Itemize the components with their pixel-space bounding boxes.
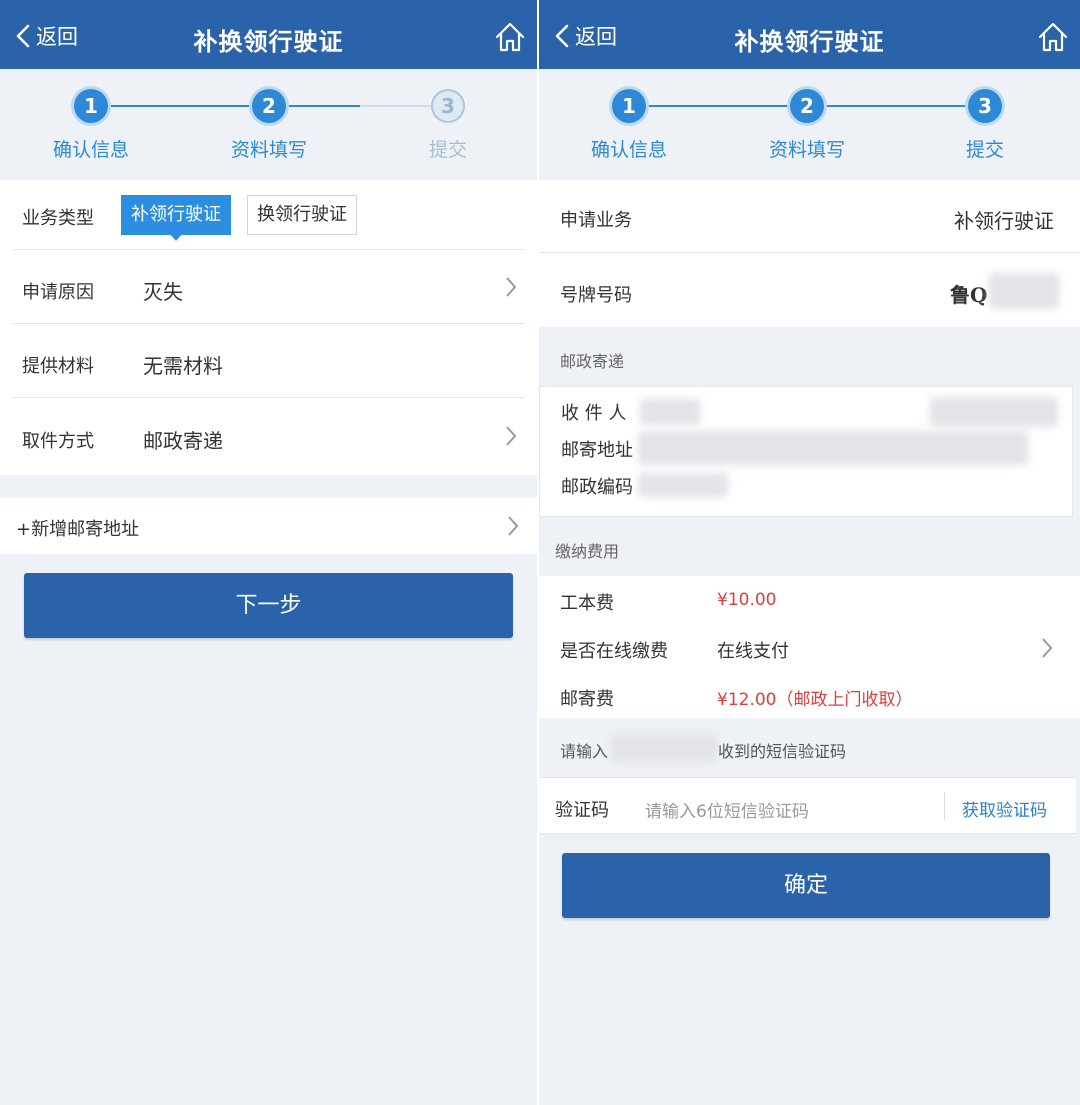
postage-fee-value: ¥12.00（邮政上门收取） [717,690,913,710]
chevron-right-icon [506,426,517,446]
online-payment-label: 是否在线缴费 [560,641,668,662]
step-3-indicator: 3 [968,89,1002,123]
materials-label: 提供材料 [22,356,94,377]
add-address-row[interactable]: +新增邮寄地址 [0,498,537,554]
reason-row[interactable]: 申请原因 灭失 [12,250,525,324]
business-type-label: 业务类型 [22,208,94,229]
option-exchange[interactable]: 换领行驶证 [247,195,357,235]
zip-label: 邮政编码 [561,477,633,498]
step-2-label: 资料填写 [230,139,307,161]
home-icon[interactable] [1036,20,1070,58]
verify-code-row: 验证码 请输入6位短信验证码 获取验证码 [539,777,1076,834]
fee-section-header: 缴纳费用 [555,542,620,561]
postal-section-header: 邮政寄递 [560,352,625,371]
materials-value: 无需材料 [143,354,223,378]
step-1-label: 确认信息 [590,139,667,161]
step-3-label: 提交 [965,139,1004,161]
plate-label: 号牌号码 [560,285,632,306]
online-payment-row[interactable]: 是否在线缴费 在线支付 [539,624,1080,670]
chevron-right-icon [508,516,519,536]
nav-bar: 返回 补换领行驶证 [0,0,537,69]
left-screen: 返回 补换领行驶证 1 2 3 确认信息 资料填写 提交 业务类型 补领行驶证 … [0,0,537,1105]
material-fee-label: 工本费 [560,593,614,614]
address-label: 邮寄地址 [561,440,633,461]
apply-business-value: 补领行驶证 [954,209,1054,233]
sms-hint-suffix: 收到的短信验证码 [718,742,847,761]
add-address-label: +新增邮寄地址 [16,519,140,540]
step-3-indicator: 3 [431,89,465,123]
plate-row: 号牌号码 鲁Q [539,253,1080,327]
apply-business-row: 申请业务 补领行驶证 [539,180,1080,253]
step-1-indicator: 1 [612,89,646,123]
confirm-button[interactable]: 确定 [562,853,1050,918]
online-payment-value: 在线支付 [717,641,789,662]
input-separator [944,792,945,820]
summary-panel: 申请业务 补领行驶证 号牌号码 鲁Q [539,180,1080,327]
reason-label: 申请原因 [22,282,94,303]
progress-steps: 1 2 3 确认信息 资料填写 提交 [0,69,537,179]
business-type-row: 业务类型 补领行驶证 换领行驶证 [12,180,525,250]
recipient-label: 收 件 人 [561,403,627,424]
option-replace-lost[interactable]: 补领行驶证 [121,195,231,241]
chevron-right-icon [506,277,517,297]
nav-bar: 返回 补换领行驶证 [539,0,1080,69]
step-2-indicator: 2 [790,89,824,123]
postal-info-panel: 收 件 人 邮寄地址 邮政编码 [539,386,1073,517]
fee-panel: 工本费 ¥10.00 是否在线缴费 在线支付 邮寄费 ¥12.00（邮政上门收取… [539,576,1080,718]
pickup-row[interactable]: 取件方式 邮政寄递 [12,398,525,474]
sms-hint-prefix: 请输入 [560,742,609,761]
sms-hint: 请输入 [560,738,608,762]
redacted-phone-number [611,734,717,762]
verify-code-input[interactable]: 请输入6位短信验证码 [645,797,809,822]
material-fee-value: ¥10.00 [717,590,777,610]
step-2-indicator: 2 [252,89,286,123]
redacted-address [638,431,1028,465]
get-code-button[interactable]: 获取验证码 [962,796,1047,821]
next-step-button[interactable]: 下一步 [24,573,513,638]
page-title: 补换领行驶证 [193,28,344,56]
step-2-label: 资料填写 [768,139,845,161]
postage-fee-label: 邮寄费 [560,689,614,710]
home-icon[interactable] [493,20,527,58]
step-1-indicator: 1 [74,89,108,123]
page-title: 补换领行驶证 [734,28,885,56]
reason-value: 灭失 [143,280,183,304]
right-screen: 返回 补换领行驶证 1 2 3 确认信息 资料填写 提交 申请业务 补领行驶证 … [539,0,1080,1105]
pickup-value: 邮政寄递 [143,429,223,453]
pickup-label: 取件方式 [22,431,94,452]
materials-row: 提供材料 无需材料 [12,324,525,398]
application-form: 业务类型 补领行驶证 换领行驶证 申请原因 灭失 提供材料 无需材料 取件方式 … [0,180,537,475]
step-1-label: 确认信息 [52,139,129,161]
redacted-zip [638,473,728,497]
redacted-phone [930,397,1058,427]
step-3-label: 提交 [428,139,467,161]
apply-business-label: 申请业务 [560,210,632,231]
progress-steps: 1 2 3 确认信息 资料填写 提交 [539,69,1080,179]
redacted-plate [989,273,1059,309]
plate-value: 鲁Q [950,283,988,307]
chevron-right-icon [1042,638,1053,658]
verify-code-label: 验证码 [555,800,609,821]
redacted-recipient [640,399,700,425]
